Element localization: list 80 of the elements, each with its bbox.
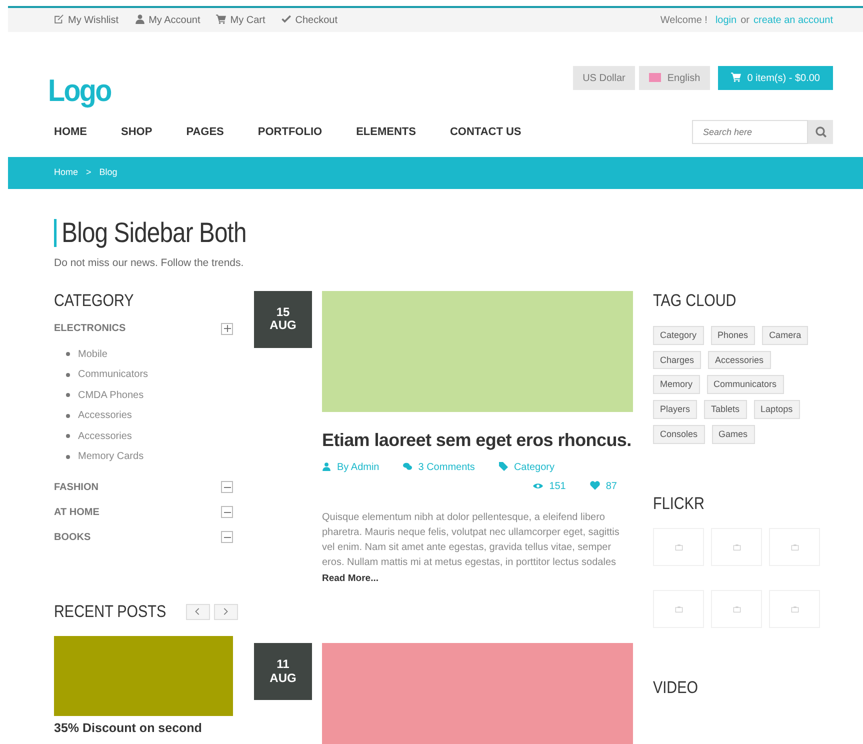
tag-link[interactable]: Phones bbox=[710, 326, 756, 345]
subcategory-link[interactable]: Accessories bbox=[78, 408, 132, 423]
language-button[interactable]: English bbox=[639, 66, 710, 90]
bullet-icon bbox=[66, 454, 70, 458]
top-link[interactable]: My Wishlist bbox=[54, 12, 119, 28]
search-button[interactable] bbox=[808, 120, 833, 144]
tag-link[interactable]: Communicators bbox=[706, 375, 784, 394]
video-title: VIDEO bbox=[653, 678, 698, 699]
sidebar-group-link[interactable]: ELECTRONICS bbox=[54, 321, 126, 336]
tag-link[interactable]: Category bbox=[653, 326, 704, 345]
date-day: 15 bbox=[254, 306, 312, 320]
read-more-link[interactable]: Read More... bbox=[322, 572, 378, 584]
tag-link[interactable]: Charges bbox=[653, 350, 702, 370]
tag-link[interactable]: Memory bbox=[653, 375, 700, 394]
or-text: or bbox=[740, 14, 750, 28]
tag-link[interactable]: Consoles bbox=[653, 424, 705, 444]
tag-cloud-title: TAG CLOUD bbox=[653, 291, 736, 312]
sidebar-group-link[interactable]: BOOKS bbox=[54, 530, 91, 545]
post-excerpt: Quisque elementum nibh at dolor pellentesque, a eleifend libero pharetra. Mauris neque felis, volutpat nec ullamcorper eget, sagittis vel enim. Nam sit amet ante egestas, gravida tellus vitae, semper eros. Nullam mattis mi at metus egestas, in porttitor lectus sodales bbox=[322, 510, 620, 570]
bullet-icon bbox=[66, 393, 70, 397]
page-subtitle: Do not miss our news. Follow the trends. bbox=[54, 256, 245, 270]
nav-link[interactable]: HOME bbox=[54, 124, 87, 140]
subcategory-link[interactable]: Mobile bbox=[78, 346, 108, 362]
breadcrumb-separator: > bbox=[86, 166, 92, 180]
search-field[interactable]: Search here bbox=[692, 120, 808, 144]
recent-post-title[interactable]: 35% Discount on second bbox=[54, 722, 233, 736]
top-link[interactable]: My Cart bbox=[216, 12, 266, 28]
subcategory-link[interactable]: Memory Cards bbox=[78, 449, 144, 464]
search-icon bbox=[814, 126, 826, 138]
nav-link[interactable]: SHOP bbox=[121, 124, 152, 140]
pencil-icon bbox=[54, 14, 64, 24]
page-title: Blog Sidebar Both bbox=[54, 219, 246, 247]
tag-link[interactable]: Players bbox=[653, 400, 698, 419]
subcategory-link[interactable]: Communicators bbox=[78, 367, 148, 382]
bullet-icon bbox=[66, 434, 70, 438]
tag-link[interactable]: Tablets bbox=[704, 400, 747, 419]
cart-icon bbox=[731, 72, 742, 82]
tag-link[interactable]: Accessories bbox=[708, 350, 771, 370]
nav-link[interactable]: CONTACT US bbox=[450, 124, 522, 140]
views-count: 151 bbox=[533, 478, 566, 494]
date-month: AUG bbox=[268, 672, 298, 685]
heart-icon bbox=[590, 480, 600, 490]
category-title: CATEGORY bbox=[54, 291, 134, 312]
subcategory-link[interactable]: Accessories bbox=[78, 428, 132, 444]
top-link[interactable]: Checkout bbox=[281, 12, 338, 28]
nav-link[interactable]: PAGES bbox=[186, 124, 224, 140]
bullet-icon bbox=[66, 372, 70, 376]
speech-bubbles-icon bbox=[403, 462, 412, 471]
date-month: AUG bbox=[268, 319, 298, 333]
chevron-left-icon bbox=[194, 608, 202, 616]
tag-icon bbox=[498, 462, 508, 471]
chevron-right-icon bbox=[222, 608, 230, 616]
subcategory-link[interactable]: CMDA Phones bbox=[78, 388, 144, 402]
toggle-button[interactable] bbox=[221, 322, 233, 335]
check-icon bbox=[281, 14, 292, 24]
recent-posts-title: RECENT POSTS bbox=[54, 602, 166, 622]
welcome-text: Welcome ! bbox=[660, 14, 708, 28]
flickr-title: FLICKR bbox=[653, 494, 704, 514]
plus-icon bbox=[224, 325, 230, 332]
person-icon bbox=[134, 14, 145, 24]
tag-link[interactable]: Laptops bbox=[754, 400, 800, 419]
toggle-button[interactable] bbox=[221, 481, 233, 494]
bullet-icon bbox=[66, 352, 70, 356]
post-title[interactable]: Etiam laoreet sem eget eros rhoncus. bbox=[322, 430, 633, 452]
toggle-button[interactable] bbox=[221, 531, 233, 544]
sidebar-group-link[interactable]: AT HOME bbox=[54, 504, 100, 520]
eye-icon bbox=[533, 482, 544, 490]
tag-link[interactable]: Camera bbox=[762, 326, 808, 345]
person-icon bbox=[322, 462, 331, 471]
likes-count: 87 bbox=[590, 478, 617, 494]
sidebar-group-link[interactable]: FASHION bbox=[54, 480, 98, 495]
bullet-icon bbox=[66, 414, 70, 418]
cart-icon bbox=[216, 14, 226, 24]
nav-link[interactable]: PORTFOLIO bbox=[258, 124, 322, 140]
nav-link[interactable]: ELEMENTS bbox=[356, 124, 416, 140]
top-link[interactable]: My Account bbox=[134, 12, 200, 28]
tag-link[interactable]: Games bbox=[712, 424, 755, 444]
date-day: 11 bbox=[254, 658, 312, 672]
toggle-button[interactable] bbox=[221, 506, 233, 518]
currency-button[interactable]: US Dollar bbox=[572, 66, 636, 90]
